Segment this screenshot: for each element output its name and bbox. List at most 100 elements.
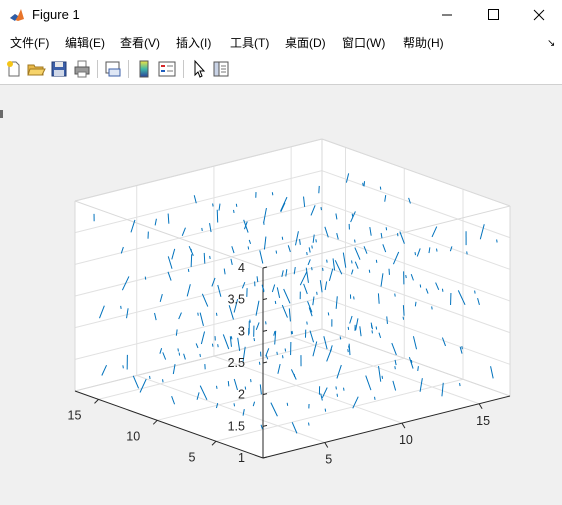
z-tick-label: 1.5 — [228, 419, 245, 433]
vector-arrow — [402, 316, 405, 320]
vector-arrow — [431, 306, 433, 310]
menu-window[interactable]: 窗口(W) — [342, 34, 385, 51]
vector-arrow — [414, 252, 416, 256]
y-tick-label: 5 — [189, 450, 196, 464]
vector-arrow — [230, 336, 233, 340]
y-tick-mark — [211, 440, 217, 446]
vector-arrow — [496, 239, 498, 243]
vector-arrow — [343, 387, 345, 391]
property-inspector-icon[interactable] — [211, 59, 231, 79]
vector-arrow — [286, 402, 289, 406]
vector-arrow — [324, 408, 327, 412]
vector-arrow — [271, 192, 274, 196]
vector-arrow — [120, 305, 122, 309]
vector-arrow — [436, 248, 438, 252]
vector-arrow — [203, 252, 206, 264]
z-tick-label: 2.5 — [228, 356, 245, 370]
vector-arrow — [282, 355, 284, 359]
vector-arrow — [405, 275, 407, 279]
toolbar-separator — [183, 60, 184, 78]
close-button[interactable] — [516, 0, 562, 30]
menu-help[interactable]: 帮助(H) — [403, 34, 444, 51]
menu-insert[interactable]: 插入(I) — [176, 34, 211, 51]
vector-arrow — [209, 255, 211, 260]
vector-arrow — [362, 182, 364, 186]
vector-arrow — [197, 312, 199, 316]
vector-arrow — [374, 396, 376, 400]
menu-view[interactable]: 查看(V) — [120, 34, 160, 51]
vector-arrow — [212, 203, 214, 207]
vector-arrow — [385, 227, 388, 231]
vector-arrow — [417, 366, 419, 372]
vector-arrow — [311, 245, 313, 249]
vector-arrow — [474, 290, 476, 294]
vector-arrow — [347, 326, 350, 330]
vector-arrow — [211, 343, 214, 347]
menu-bar: 文件(F) 编辑(E) 查看(V) 插入(I) 工具(T) 桌面(D) 窗口(W… — [0, 30, 562, 56]
x-tick-label: 5 — [325, 453, 332, 467]
x-tick-label: 15 — [476, 414, 490, 428]
new-figure-icon[interactable] — [4, 59, 24, 79]
edit-plot-arrow-icon[interactable] — [189, 59, 209, 79]
vector-arrow — [249, 319, 251, 323]
vector-arrow — [379, 186, 382, 190]
open-file-icon[interactable] — [26, 59, 46, 79]
vector-arrow — [396, 233, 399, 237]
vector-arrow — [351, 260, 353, 264]
y-tick-label: 10 — [126, 429, 140, 443]
vector-arrow — [461, 346, 463, 350]
menu-edit[interactable]: 编辑(E) — [65, 34, 105, 51]
vector-arrow — [217, 344, 219, 348]
menu-file[interactable]: 文件(F) — [10, 34, 49, 51]
vector-arrow — [363, 181, 366, 187]
vector-arrow — [262, 288, 265, 292]
vector-arrow — [381, 375, 384, 379]
link-plot-icon[interactable] — [103, 59, 123, 79]
y-tick-label: 15 — [68, 408, 82, 422]
title-bar: Figure 1 — [0, 0, 562, 30]
vector-arrow — [216, 385, 218, 389]
vector-arrow — [326, 259, 328, 263]
menu-desktop[interactable]: 桌面(D) — [285, 34, 326, 51]
vector-arrow — [339, 336, 342, 340]
minimize-button[interactable] — [424, 0, 470, 30]
vector-arrow — [275, 250, 278, 254]
menu-tools[interactable]: 工具(T) — [230, 34, 269, 51]
vector-arrow — [235, 203, 238, 207]
vector-arrow — [144, 276, 147, 280]
window-title: Figure 1 — [32, 7, 80, 22]
menu-overflow-icon[interactable]: ↘ — [547, 38, 555, 49]
toolbar-separator — [128, 60, 129, 78]
insert-legend-icon[interactable] — [157, 59, 177, 79]
z-tick-label: 2 — [238, 388, 245, 402]
vector-arrow — [281, 236, 284, 240]
print-icon[interactable] — [72, 59, 92, 79]
z-tick-label: 3.5 — [228, 293, 245, 307]
vector-arrow — [247, 246, 250, 250]
vector-arrow — [233, 403, 236, 407]
vector-arrow — [227, 381, 230, 387]
axes-box — [75, 139, 510, 458]
maximize-button[interactable] — [470, 0, 516, 30]
quiver3-plot[interactable]: 1 1.5 2 2.5 3 3.5 4 5 10 15 5 10 15 — [0, 85, 562, 505]
vector-arrow — [394, 366, 396, 370]
save-icon[interactable] — [49, 59, 69, 79]
vector-arrow — [250, 379, 252, 383]
vector-arrow — [347, 349, 349, 353]
vector-arrow — [351, 213, 354, 217]
vector-arrow — [306, 252, 308, 256]
vector-arrow — [162, 379, 164, 383]
vector-arrow — [215, 312, 218, 316]
vector-arrow — [265, 321, 267, 325]
vector-arrow — [178, 352, 181, 356]
vector-arrow — [353, 296, 355, 300]
z-tick-label: 4 — [238, 261, 245, 275]
vector-arrow — [414, 301, 417, 307]
x-tick-mark — [401, 422, 406, 429]
insert-colorbar-icon[interactable] — [134, 59, 154, 79]
vector-arrow — [327, 312, 330, 316]
vector-arrow — [316, 291, 318, 295]
vector-arrow — [336, 393, 339, 397]
x-tick-mark — [324, 442, 329, 448]
vector-arrow — [149, 375, 151, 380]
